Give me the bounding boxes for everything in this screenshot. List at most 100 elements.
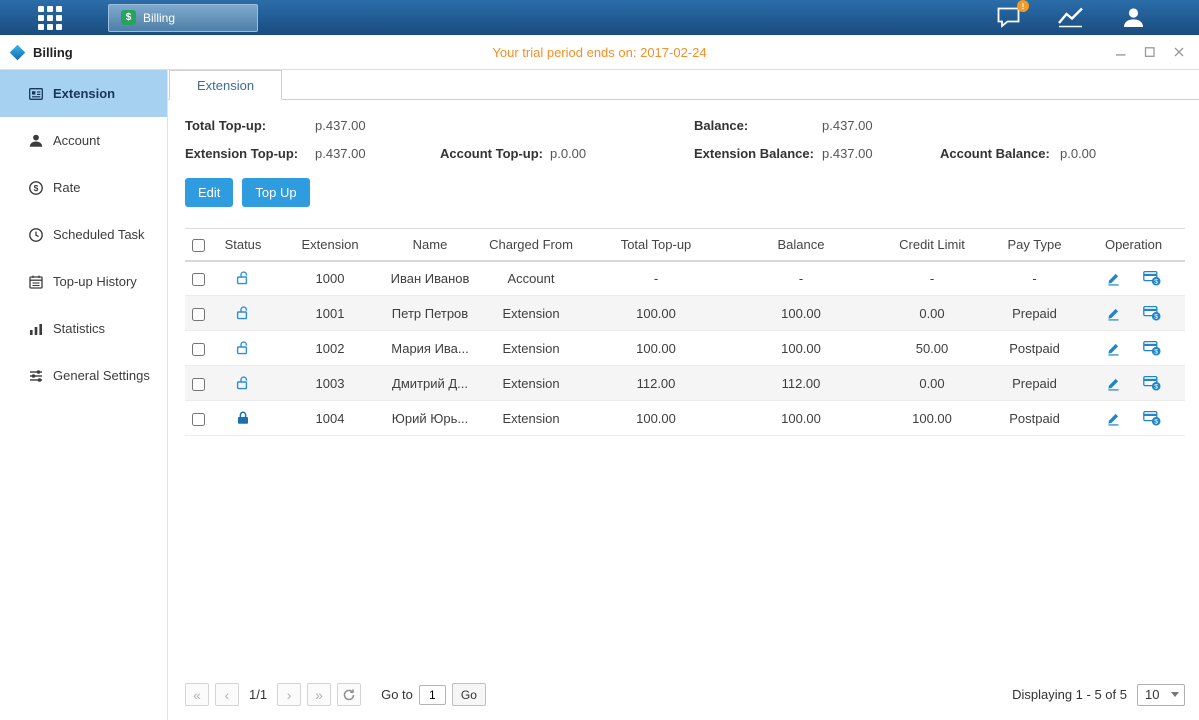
billing-window: $ Billing ! Billing Your trial period en… [0,0,1199,720]
col-extension[interactable]: Extension [275,229,385,261]
sidebar-item-statistics[interactable]: Statistics [0,305,167,352]
apps-menu-icon[interactable] [38,6,62,30]
row-checkbox[interactable] [192,308,205,321]
topup-icon[interactable]: $ [1143,270,1161,286]
refresh-icon[interactable] [337,683,361,706]
prev-page-button[interactable]: ‹ [215,683,239,706]
row-checkbox[interactable] [192,378,205,391]
svg-text:$: $ [34,183,39,193]
col-operation[interactable]: Operation [1082,229,1185,261]
col-total-topup[interactable]: Total Top-up [587,229,725,261]
topup-icon[interactable]: $ [1143,305,1161,321]
sidebar-item-account[interactable]: Account [0,117,167,164]
goto-page-input[interactable] [419,685,446,705]
row-charged-from: Extension [475,401,587,436]
lock-open-icon[interactable] [235,270,251,286]
extensions-table: Status Extension Name Charged From Total… [185,228,1185,436]
row-checkbox[interactable] [192,273,205,286]
summary-panel: Total Top-up: p.437.00 Balance: p.437.00… [185,118,1185,161]
row-pay-type: Postpaid [987,331,1082,366]
row-balance: 100.00 [725,401,877,436]
svg-text:$: $ [1154,279,1158,286]
lock-open-icon[interactable] [235,375,251,391]
page-size-value: 10 [1145,687,1159,702]
table-body: 1000 Иван Иванов Account - - - - $ 1001 … [185,261,1185,436]
next-page-button[interactable]: › [277,683,301,706]
row-pay-type: Prepaid [987,366,1082,401]
window-title: Billing [33,45,73,60]
table-row[interactable]: 1004 Юрий Юрь... Extension 100.00 100.00… [185,401,1185,436]
row-checkbox[interactable] [192,413,205,426]
sidebar-item-label: Extension [53,86,115,101]
edit-icon[interactable] [1106,306,1121,321]
chat-icon[interactable]: ! [995,5,1022,30]
sidebar-item-rate[interactable]: $ Rate [0,164,167,211]
col-credit-limit[interactable]: Credit Limit [877,229,987,261]
minimize-icon[interactable] [1115,46,1127,58]
table-header-row: Status Extension Name Charged From Total… [185,229,1185,261]
extension-icon [28,86,44,102]
sidebar-item-scheduled-task[interactable]: Scheduled Task [0,211,167,258]
row-pay-type: Prepaid [987,296,1082,331]
billing-app-icon [10,44,26,60]
summary-label: Extension Top-up: [185,146,315,161]
row-name: Петр Петров [385,296,475,331]
sidebar-item-extension[interactable]: Extension [0,70,167,117]
row-checkbox[interactable] [192,343,205,356]
summary-label: Balance: [694,118,822,133]
edit-icon[interactable] [1106,341,1121,356]
edit-button[interactable]: Edit [185,178,233,207]
edit-icon[interactable] [1106,271,1121,286]
page-size-select[interactable]: 10 [1137,684,1185,706]
topbar-billing-tab[interactable]: $ Billing [108,4,258,32]
row-total-topup: - [587,261,725,296]
tab-extension[interactable]: Extension [169,70,282,100]
lock-open-icon[interactable] [235,305,251,321]
topup-icon[interactable]: $ [1143,340,1161,356]
chart-icon[interactable] [1056,5,1086,30]
row-status-cell [211,366,275,401]
row-credit-limit: 0.00 [877,296,987,331]
close-icon[interactable] [1173,46,1185,58]
row-total-topup: 100.00 [587,296,725,331]
row-credit-limit: - [877,261,987,296]
top-up-button[interactable]: Top Up [242,178,309,207]
table-row[interactable]: 1000 Иван Иванов Account - - - - $ [185,261,1185,296]
row-charged-from: Extension [475,331,587,366]
table-row[interactable]: 1002 Мария Ива... Extension 100.00 100.0… [185,331,1185,366]
lock-closed-icon[interactable] [235,410,251,426]
svg-text:$: $ [1154,384,1158,391]
col-name[interactable]: Name [385,229,475,261]
row-credit-limit: 0.00 [877,366,987,401]
topup-icon[interactable]: $ [1143,375,1161,391]
table-row[interactable]: 1003 Дмитрий Д... Extension 112.00 112.0… [185,366,1185,401]
row-total-topup: 112.00 [587,366,725,401]
trial-notice: Your trial period ends on: 2017-02-24 [492,45,706,60]
lock-open-icon[interactable] [235,340,251,356]
col-charged-from[interactable]: Charged From [475,229,587,261]
summary-total-topup: Total Top-up: p.437.00 [185,118,440,133]
topup-icon[interactable]: $ [1143,410,1161,426]
select-all-checkbox[interactable] [192,239,205,252]
row-extension: 1002 [275,331,385,366]
col-status[interactable]: Status [211,229,275,261]
sidebar-item-topup-history[interactable]: Top-up History [0,258,167,305]
table-row[interactable]: 1001 Петр Петров Extension 100.00 100.00… [185,296,1185,331]
row-operation-cell: $ [1082,366,1185,401]
user-icon[interactable] [1120,5,1147,30]
first-page-button[interactable]: « [185,683,209,706]
sidebar-item-general-settings[interactable]: General Settings [0,352,167,399]
row-name: Дмитрий Д... [385,366,475,401]
edit-icon[interactable] [1106,411,1121,426]
last-page-button[interactable]: » [307,683,331,706]
col-balance[interactable]: Balance [725,229,877,261]
row-name: Мария Ива... [385,331,475,366]
summary-value: p.437.00 [822,118,873,133]
edit-icon[interactable] [1106,376,1121,391]
row-extension: 1004 [275,401,385,436]
col-pay-type[interactable]: Pay Type [987,229,1082,261]
chevron-down-icon [1171,692,1179,697]
maximize-icon[interactable] [1144,46,1156,58]
go-button[interactable]: Go [452,683,486,706]
dollar-icon: $ [121,10,136,25]
